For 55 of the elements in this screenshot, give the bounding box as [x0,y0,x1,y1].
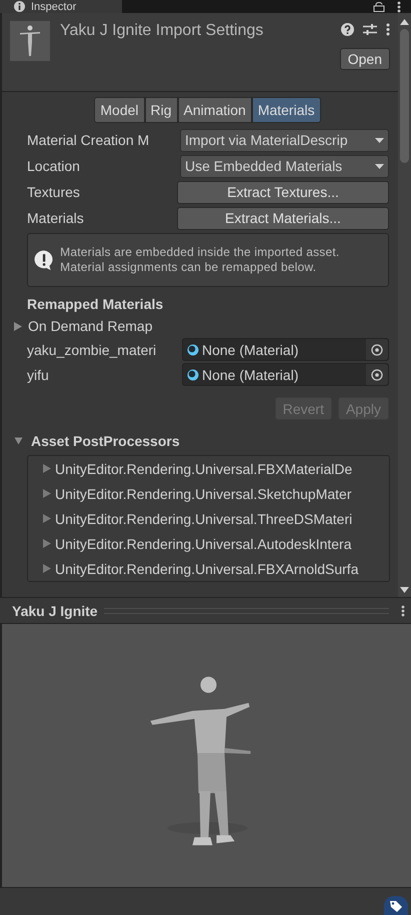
field-label: yifu [27,366,50,382]
tab[interactable]: Animation [178,97,252,123]
sphere-icon [187,344,199,356]
tag-button[interactable] [384,896,408,915]
processor-item[interactable]: UnityEditor.Rendering.Universal.SketchupMater [28,481,389,506]
field-label: Material Creation M [27,132,150,148]
extract-button[interactable]: Extract Textures... [177,180,389,204]
scroll-up-icon[interactable] [400,19,409,25]
sphere-icon [187,368,199,380]
foldout[interactable]: On Demand Remap [2,315,398,337]
preset-icon[interactable] [363,22,377,36]
triangle-icon [43,539,51,548]
scroll-down-icon[interactable] [400,587,409,593]
more-icon[interactable] [401,604,405,616]
more-icon[interactable] [386,22,390,36]
processor-item[interactable]: UnityEditor.Rendering.Universal.AutodeskIntera [28,531,389,556]
processor-item[interactable]: UnityEditor.Rendering.Universal.ThreeDSMateri [28,506,389,531]
tab[interactable]: Materials [252,97,321,123]
window-tab[interactable]: Inspector [0,0,122,13]
open-button[interactable]: Open [340,48,390,70]
triangle-icon [43,489,51,498]
field-label: yaku_zombie_materi [27,342,158,358]
inspector-title: Yaku J Ignite Import Settings [60,22,264,40]
triangle-icon [43,464,51,473]
tag-icon [389,900,403,912]
help-icon[interactable] [341,22,354,36]
tab[interactable]: Model [94,97,145,123]
help-text: Materials are embedded inside the imported asset. Material assignments can be remapped below. [60,245,340,275]
dropdown[interactable]: Import via MaterialDescrip [180,128,389,152]
object-field[interactable]: None (Material) [182,338,389,361]
object-picker-icon[interactable] [371,368,383,380]
dropdown[interactable]: Use Embedded Materials [180,154,389,178]
object-picker-icon[interactable] [371,344,383,356]
triangle-icon [14,322,22,330]
triangle-icon [43,564,51,573]
field-label: Location [27,158,81,174]
tab[interactable]: Rig [144,97,178,123]
processor-item[interactable]: UnityEditor.Rendering.Universal.FBXMaterialDe [28,456,389,481]
lock-icon[interactable] [373,2,385,12]
section-title: Remapped Materials [26,295,164,314]
extract-button[interactable]: Extract Materials... [177,206,389,230]
field-label: Textures [27,184,81,200]
caret-icon [375,138,384,142]
preview-title: Yaku J Ignite [12,602,98,618]
scrollbar[interactable] [398,13,411,597]
triangle-icon [43,514,51,523]
field-label: Materials [27,210,85,226]
foldout[interactable]: Asset PostProcessors [2,430,398,452]
caret-icon [375,164,384,168]
processor-item[interactable]: UnityEditor.Rendering.Universal.FBXArnoldSurfa [28,556,389,581]
model-thumbnail [10,21,50,61]
triangle-icon [14,436,22,446]
more-icon[interactable] [397,0,401,12]
scrollbar-thumb[interactable] [400,29,409,163]
object-field[interactable]: None (Material) [182,363,389,386]
